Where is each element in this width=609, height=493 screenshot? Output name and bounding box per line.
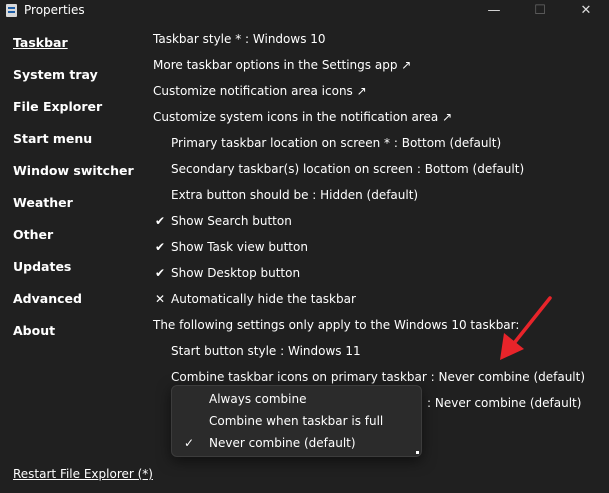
notification-icons-link[interactable]: Customize notification area icons ↗: [153, 84, 367, 98]
window-title: Properties: [24, 3, 85, 17]
secondary-location-setting[interactable]: Secondary taskbar(s) location on screen …: [171, 162, 524, 176]
primary-location-setting[interactable]: Primary taskbar location on screen * : B…: [171, 136, 501, 150]
sidebar-item-taskbar[interactable]: Taskbar: [13, 35, 68, 50]
sidebar-item-file-explorer[interactable]: File Explorer: [13, 99, 102, 114]
menu-item-combine-when-full[interactable]: Combine when taskbar is full: [209, 414, 383, 428]
sidebar-item-start-menu[interactable]: Start menu: [13, 131, 92, 146]
combine-options-menu: Always combine Combine when taskbar is f…: [171, 385, 422, 457]
combine-secondary-setting[interactable]: : Never combine (default): [427, 396, 581, 410]
sidebar-item-other[interactable]: Other: [13, 227, 53, 242]
show-taskview-toggle[interactable]: Show Task view button: [171, 240, 308, 254]
resize-grip[interactable]: [416, 451, 419, 454]
menu-item-never-combine[interactable]: Never combine (default): [209, 436, 356, 450]
system-icons-link[interactable]: Customize system icons in the notificati…: [153, 110, 452, 124]
sidebar-item-system-tray[interactable]: System tray: [13, 67, 98, 82]
checkmark-icon: ✓: [184, 436, 195, 450]
extra-button-setting[interactable]: Extra button should be : Hidden (default…: [171, 188, 418, 202]
document-icon: [6, 4, 17, 17]
cross-icon: ✕: [154, 292, 166, 306]
show-search-toggle[interactable]: Show Search button: [171, 214, 292, 228]
more-options-link[interactable]: More taskbar options in the Settings app…: [153, 58, 411, 72]
restart-explorer-link[interactable]: Restart File Explorer (*): [13, 467, 153, 481]
taskbar-style-setting[interactable]: Taskbar style * : Windows 10: [153, 32, 326, 46]
maximize-button[interactable]: ☐: [517, 0, 563, 24]
minimize-button[interactable]: —: [471, 0, 517, 24]
check-icon: ✔: [154, 214, 166, 228]
menu-item-always-combine[interactable]: Always combine: [209, 392, 306, 406]
close-button[interactable]: ✕: [563, 0, 609, 24]
win10-section-note: The following settings only apply to the…: [153, 318, 520, 332]
sidebar-item-window-switcher[interactable]: Window switcher: [13, 163, 134, 178]
sidebar-item-weather[interactable]: Weather: [13, 195, 73, 210]
check-icon: ✔: [154, 240, 166, 254]
sidebar-item-updates[interactable]: Updates: [13, 259, 71, 274]
sidebar-item-about[interactable]: About: [13, 323, 55, 338]
combine-primary-setting[interactable]: Combine taskbar icons on primary taskbar…: [171, 370, 585, 384]
title-bar: Properties — ☐ ✕: [0, 0, 609, 24]
show-desktop-toggle[interactable]: Show Desktop button: [171, 266, 300, 280]
sidebar-item-advanced[interactable]: Advanced: [13, 291, 82, 306]
auto-hide-toggle[interactable]: Automatically hide the taskbar: [171, 292, 356, 306]
check-icon: ✔: [154, 266, 166, 280]
start-button-style-setting[interactable]: Start button style : Windows 11: [171, 344, 361, 358]
